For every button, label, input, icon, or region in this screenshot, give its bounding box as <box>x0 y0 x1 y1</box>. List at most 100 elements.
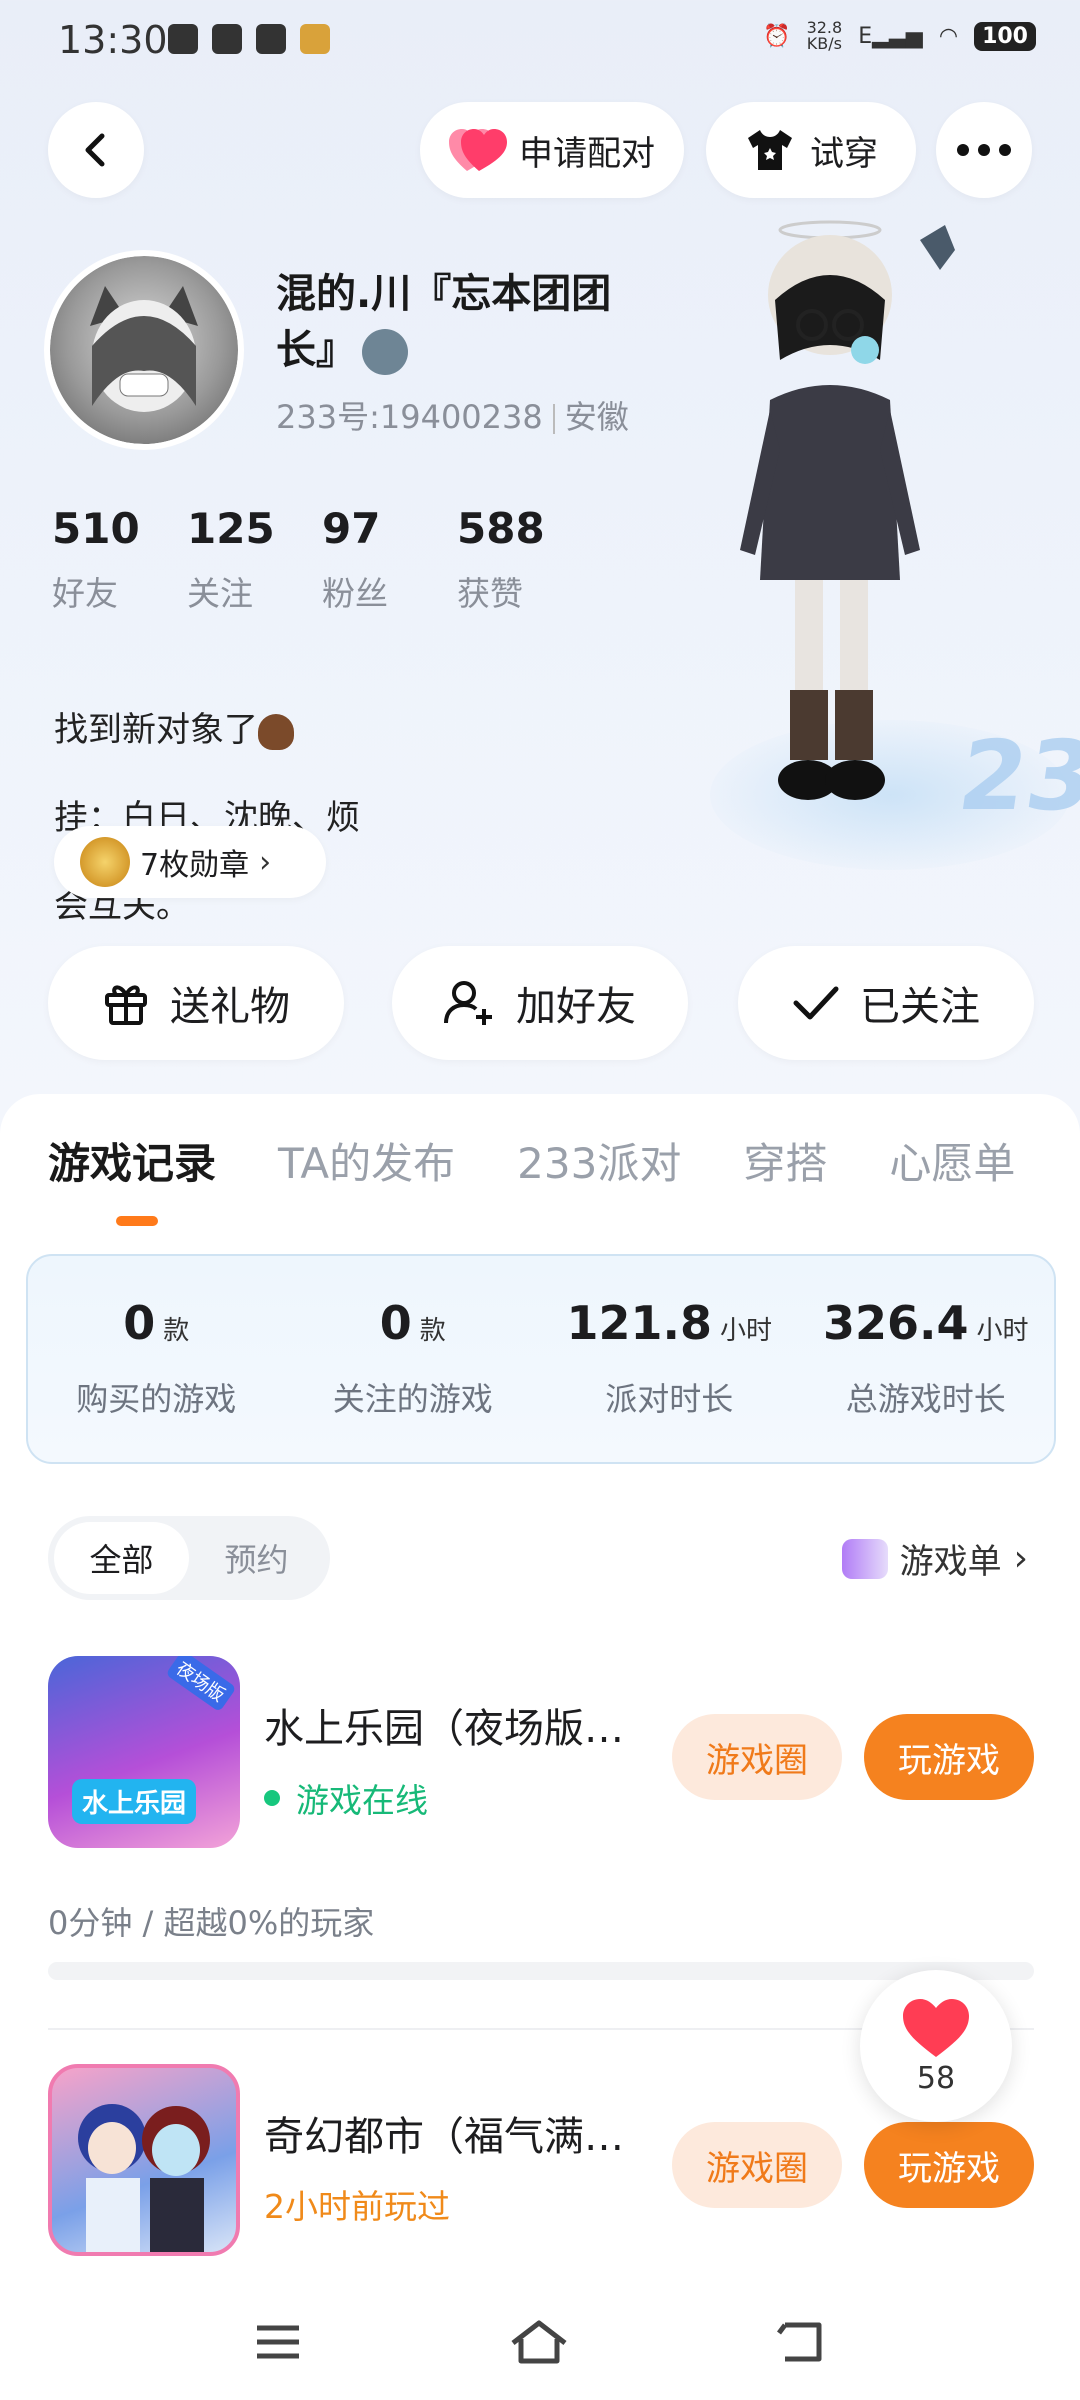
summary-value: 121.8 <box>566 1296 712 1350</box>
like-button[interactable]: 58 <box>860 1970 1012 2122</box>
username: 混的.川『忘本团团长』 <box>276 266 656 378</box>
summary-label: 关注的游戏 <box>332 1380 493 1418</box>
tshirt-icon <box>748 130 792 170</box>
medal-icon <box>80 837 130 887</box>
playtime-text: 0分钟 / 超越0%的玩家 <box>48 1904 375 1942</box>
status-time: 13:30 <box>58 18 168 62</box>
stat-friends[interactable]: 510 好友 <box>52 504 187 615</box>
uid-text: 233号:19400238 <box>276 398 543 436</box>
like-count: 58 <box>916 2060 956 2096</box>
summary-value: 0 <box>379 1296 412 1350</box>
more-button[interactable] <box>936 102 1032 198</box>
menu-icon[interactable] <box>253 2322 303 2362</box>
game-thumbnail[interactable] <box>48 2064 240 2256</box>
avatar[interactable] <box>44 250 244 450</box>
signal-icon: E▂▃▅ <box>858 23 923 49</box>
tab-posts[interactable]: TA的发布 <box>278 1130 455 1191</box>
location-text: 安徽 <box>564 398 629 436</box>
try-on-button[interactable]: 试穿 <box>706 102 916 198</box>
add-friend-button[interactable]: 加好友 <box>392 946 688 1060</box>
following-button[interactable]: 已关注 <box>738 946 1034 1060</box>
play-game-button[interactable]: 玩游戏 <box>864 2122 1034 2208</box>
game-circle-button[interactable]: 游戏圈 <box>672 2122 842 2208</box>
apply-match-label: 申请配对 <box>519 133 655 174</box>
profile-stats: 510 好友 125 关注 97 粉丝 588 获赞 <box>52 504 592 615</box>
user-id: 233号:19400238 安徽 <box>276 392 629 438</box>
game-filter: 全部 预约 <box>48 1516 330 1600</box>
summary-value: 326.4 <box>822 1296 969 1350</box>
game-circle-button[interactable]: 游戏圈 <box>672 1714 842 1800</box>
game-status: 游戏在线 <box>264 1774 428 1822</box>
bio-line: 找到新对象了 <box>54 710 258 750</box>
back-button[interactable] <box>48 102 144 198</box>
poop-emoji-icon <box>258 713 294 750</box>
game-title[interactable]: 奇幻都市（福气满… <box>264 2104 664 2162</box>
uid-separator <box>552 404 555 434</box>
tab-indicator <box>116 1216 158 1226</box>
game-list-label: 游戏单 <box>899 1542 1002 1582</box>
tab-outfits[interactable]: 穿搭 <box>743 1130 827 1191</box>
avatar-image <box>50 256 238 444</box>
signal-type: E <box>858 23 873 49</box>
summary-label: 购买的游戏 <box>76 1380 237 1418</box>
game-title[interactable]: 水上乐园（夜场版… <box>264 1696 664 1754</box>
play-game-button[interactable]: 玩游戏 <box>864 1714 1034 1800</box>
tab-game-records[interactable]: 游戏记录 <box>48 1130 216 1191</box>
system-nav-bar <box>0 2284 1080 2400</box>
stat-following[interactable]: 125 关注 <box>187 504 322 615</box>
summary-party-time: 121.8 小时 派对时长 <box>541 1256 798 1462</box>
thumb-caption: 水上乐园 <box>72 1779 197 1824</box>
wifi-icon: ◠ <box>938 23 959 49</box>
username-text: 混的.川『忘本团团长』 <box>276 271 612 373</box>
tab-wishlist[interactable]: 心愿单 <box>889 1130 1015 1191</box>
check-icon <box>793 986 839 1020</box>
summary-label: 总游戏时长 <box>845 1380 1006 1418</box>
stat-value: 510 <box>52 504 140 553</box>
medals-button[interactable]: 7枚勋章 › <box>54 826 326 898</box>
game-app-icon <box>300 24 330 54</box>
home-icon[interactable] <box>509 2317 569 2367</box>
tab-party[interactable]: 233派对 <box>517 1130 681 1191</box>
send-gift-button[interactable]: 送礼物 <box>48 946 344 1060</box>
following-label: 已关注 <box>860 984 980 1030</box>
gift-icon <box>105 985 147 1025</box>
try-on-label: 试穿 <box>810 133 878 174</box>
game-summary-card: 0款 购买的游戏 0款 关注的游戏 121.8 小时 派对时长 326.4 小时 总… <box>26 1254 1056 1464</box>
game-thumbnail[interactable]: 夜场版 水上乐园 <box>48 1656 240 1848</box>
stat-likes: 588 获赞 <box>457 504 592 615</box>
apply-match-button[interactable]: 申请配对 <box>420 102 684 198</box>
status-bar: 13:30 ⏰ 32.8 KB/s E▂▃▅ ◠ 100 <box>0 0 1080 84</box>
back-nav-icon[interactable] <box>775 2319 827 2365</box>
filter-reserved[interactable]: 预约 <box>189 1522 324 1594</box>
filter-all[interactable]: 全部 <box>54 1522 189 1594</box>
play-icon <box>212 24 242 54</box>
game-status-text: 2小时前玩过 <box>264 2187 450 2226</box>
summary-purchased[interactable]: 0款 购买的游戏 <box>28 1256 285 1462</box>
chevron-right-icon: › <box>1013 1538 1028 1579</box>
more-dots-icon <box>957 144 1011 156</box>
status-right: ⏰ 32.8 KB/s E▂▃▅ ◠ 100 <box>763 20 1036 52</box>
stat-value: 588 <box>457 504 545 553</box>
online-dot-icon <box>264 1790 280 1806</box>
add-friend-label: 加好友 <box>516 984 636 1030</box>
tiktok-icon <box>256 24 286 54</box>
game-list-link[interactable]: 游戏单 › <box>841 1534 1028 1583</box>
clipboard-icon <box>168 24 198 54</box>
summary-unit: 款 <box>163 1316 190 1346</box>
net-speed: 32.8 KB/s <box>807 20 843 52</box>
stat-label: 关注 <box>187 574 253 613</box>
stat-fans[interactable]: 97 粉丝 <box>322 504 457 615</box>
chevron-right-icon: › <box>259 844 272 880</box>
notification-icons <box>168 24 330 54</box>
thumb-badge: 夜场版 <box>165 1656 237 1713</box>
stat-label: 粉丝 <box>322 574 388 613</box>
bio: 找到新对象了 挂：白日、沈晚、烦 会互关。 <box>54 664 414 972</box>
summary-followed[interactable]: 0款 关注的游戏 <box>285 1256 542 1462</box>
stat-value: 97 <box>322 504 381 553</box>
chevron-left-icon <box>85 133 105 167</box>
stat-label: 获赞 <box>457 574 523 613</box>
3d-avatar-figure[interactable] <box>700 220 1000 860</box>
heart-icon <box>903 1998 969 2057</box>
summary-unit: 小时 <box>976 1316 1029 1346</box>
moon-emoji-icon <box>362 329 408 375</box>
